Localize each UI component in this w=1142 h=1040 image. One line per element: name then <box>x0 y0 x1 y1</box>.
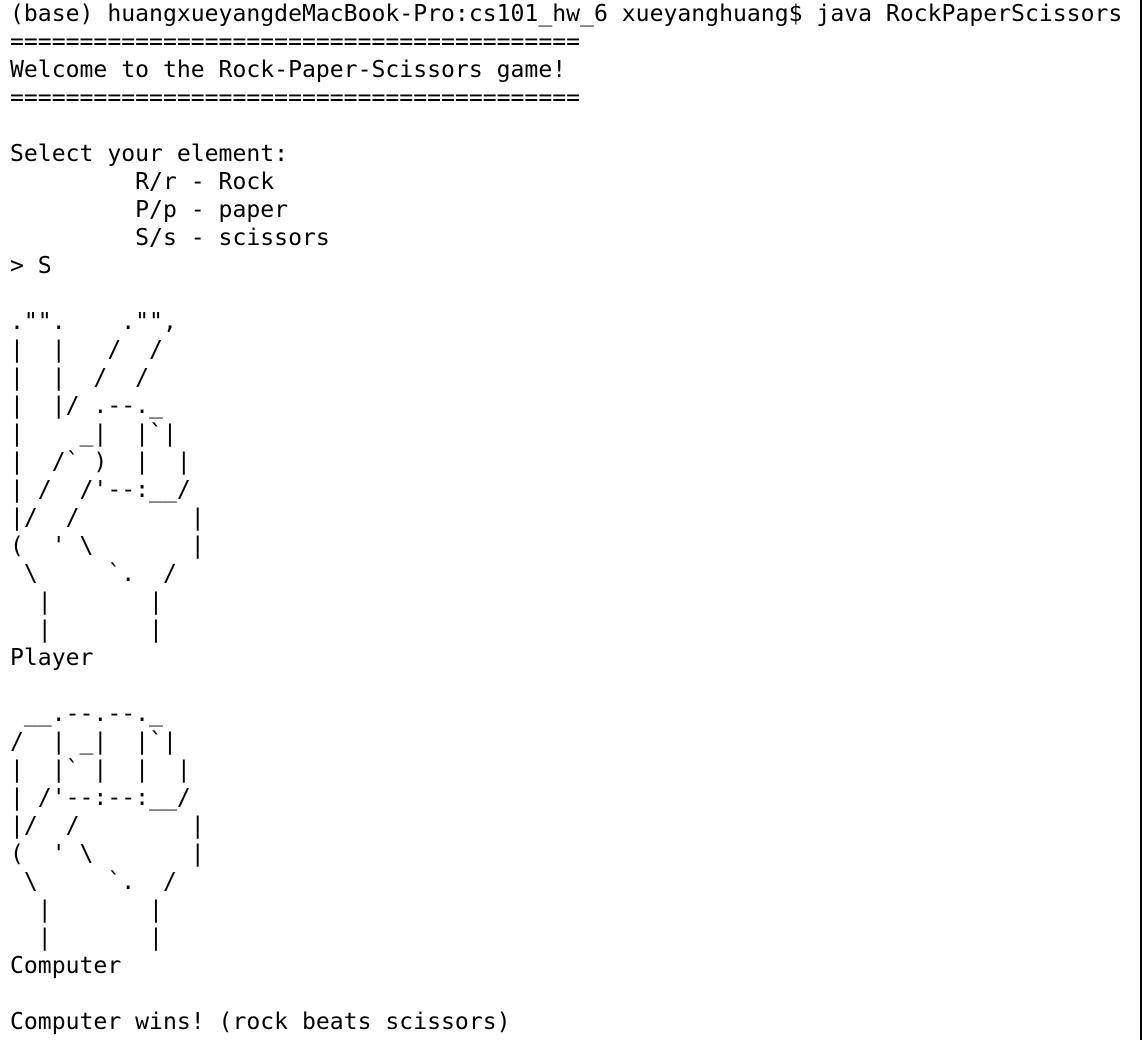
player-ascii-art-line: | | <box>10 589 163 615</box>
terminal-window[interactable]: (base) huangxueyangdeMacBook-Pro:cs101_h… <box>0 0 1142 1040</box>
player-ascii-art-line: | / /'--:__/ <box>10 477 191 503</box>
terminal-output: (base) huangxueyangdeMacBook-Pro:cs101_h… <box>0 0 1138 1036</box>
player-ascii-art-line: | _| |`| <box>10 421 177 447</box>
computer-ascii-art-line: | | <box>10 925 163 951</box>
option-scissors: S/s - scissors <box>10 225 330 251</box>
result-message: Computer wins! (rock beats scissors) <box>10 1009 511 1035</box>
computer-ascii-art-line: | | <box>10 897 163 923</box>
computer-ascii-art-line: |/ / | <box>10 813 205 839</box>
separator-line: ========================================… <box>10 29 581 55</box>
command-line: (base) huangxueyangdeMacBook-Pro:cs101_h… <box>10 1 1123 27</box>
player-label: Player <box>10 645 94 671</box>
player-ascii-art-line: | | <box>10 617 163 643</box>
computer-label: Computer <box>10 953 122 979</box>
player-ascii-art-line: | | / / <box>10 365 150 391</box>
option-paper: P/p - paper <box>10 197 289 223</box>
computer-ascii-art-line: ( ' \ | <box>10 841 205 867</box>
player-ascii-art-line: \ `. / <box>10 561 177 587</box>
player-ascii-art-line: ."". ."", <box>10 309 177 335</box>
welcome-message: Welcome to the Rock-Paper-Scissors game! <box>10 57 567 83</box>
computer-ascii-art-line: __.--.--._ <box>10 701 163 727</box>
option-rock: R/r - Rock <box>10 169 275 195</box>
player-ascii-art-line: |/ / | <box>10 505 205 531</box>
player-ascii-art-line: | |/ .--._ <box>10 393 163 419</box>
player-ascii-art-line: ( ' \ | <box>10 533 205 559</box>
computer-ascii-art-line: | |` | | | <box>10 757 191 783</box>
computer-ascii-art-line: / | _| |`| <box>10 729 177 755</box>
player-ascii-art-line: | | / / <box>10 337 163 363</box>
user-input-line: > S <box>10 253 52 279</box>
select-prompt: Select your element: <box>10 141 289 167</box>
computer-ascii-art-line: \ `. / <box>10 869 177 895</box>
player-ascii-art-line: | /` ) | | <box>10 449 191 475</box>
computer-ascii-art-line: | /'--:--:__/ <box>10 785 191 811</box>
separator-line: ========================================… <box>10 85 581 111</box>
